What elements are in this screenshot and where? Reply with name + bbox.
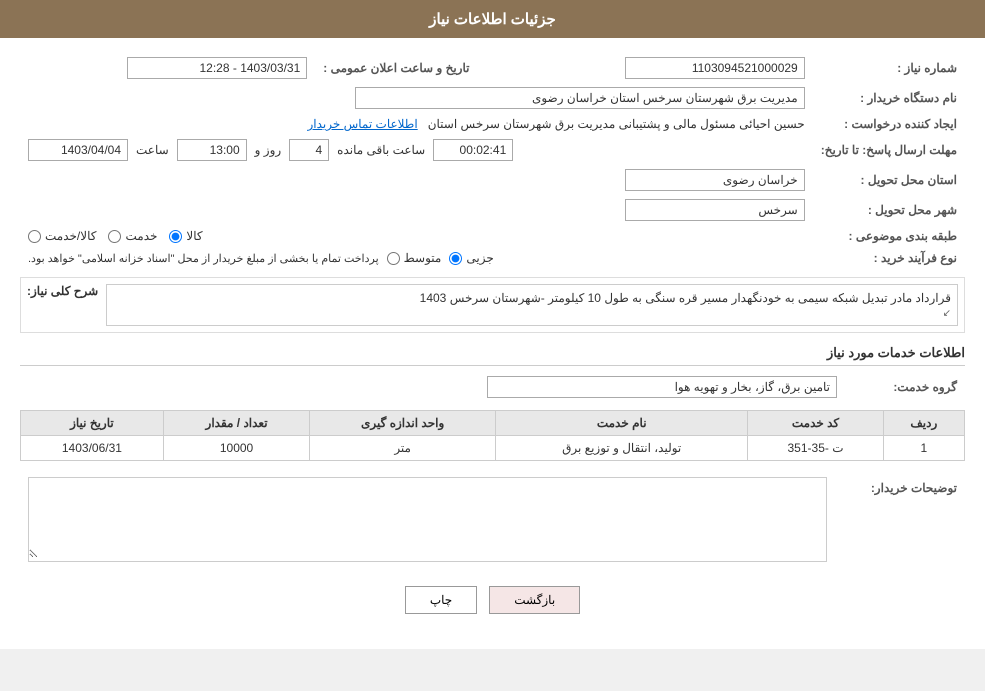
cell-row: 1 [883, 436, 964, 461]
col-header-qty: تعداد / مقدار [163, 411, 309, 436]
process-motavaset-option[interactable]: متوسط [387, 251, 442, 265]
back-button[interactable]: بازگشت [489, 586, 580, 614]
city-field: سرخس [625, 199, 805, 221]
resize-handle: ↙ [943, 308, 951, 319]
response-time-field: 13:00 [177, 139, 247, 161]
creator-value: حسین احیائی مسئول مالی و پشتیبانی مدیریت… [20, 113, 813, 135]
col-header-row: ردیف [883, 411, 964, 436]
basic-info-table: شماره نیاز : 1103094521000029 تاریخ و سا… [20, 53, 965, 269]
announce-datetime-value: 1403/03/31 - 12:28 [20, 53, 315, 83]
cell-code: ت -35-351 [748, 436, 883, 461]
col-header-code: کد خدمت [748, 411, 883, 436]
buyer-org-field: مدیریت برق شهرستان سرخس استان خراسان رضو… [355, 87, 805, 109]
process-motavaset-label: متوسط [404, 251, 442, 265]
needs-text-area: قرارداد مادر تبدیل شبکه سیمی به خودنگهدا… [106, 284, 958, 326]
cell-unit: متر [310, 436, 496, 461]
category-khadamat-option[interactable]: خدمت [108, 229, 157, 243]
category-row: کالا/خدمت خدمت کالا [20, 225, 813, 247]
category-kala-khadamat-radio[interactable] [28, 230, 41, 243]
needs-section: شرح کلی نیاز: قرارداد مادر تبدیل شبکه سی… [20, 277, 965, 333]
buyer-org-label: نام دستگاه خریدار : [813, 83, 965, 113]
category-kala-radio[interactable] [169, 230, 182, 243]
page-header: جزئیات اطلاعات نیاز [0, 0, 985, 38]
col-header-unit: واحد اندازه گیری [310, 411, 496, 436]
buyer-org-value: مدیریت برق شهرستان سرخس استان خراسان رضو… [20, 83, 813, 113]
creator-contact-link[interactable]: اطلاعات تماس خریدار [307, 117, 417, 131]
header-title: جزئیات اطلاعات نیاز [429, 11, 556, 28]
category-khadamat-radio[interactable] [108, 230, 121, 243]
service-group-label: گروه خدمت: [845, 372, 965, 402]
category-kala-khadamat-option[interactable]: کالا/خدمت [28, 229, 96, 243]
response-deadline-row: 1403/04/04 ساعت 13:00 روز و 4 ساعت باقی … [20, 135, 813, 165]
process-jozi-label: جزیی [466, 251, 493, 265]
response-remaining-label: ساعت باقی مانده [337, 143, 425, 157]
category-kala-option[interactable]: کالا [169, 229, 202, 243]
cell-date: 1403/06/31 [21, 436, 164, 461]
process-desc: پرداخت تمام یا بخشی از مبلغ خریدار از مح… [28, 252, 379, 265]
category-khadamat-label: خدمت [125, 229, 157, 243]
response-days-field: 4 [289, 139, 329, 161]
cell-qty: 10000 [163, 436, 309, 461]
print-button[interactable]: چاپ [405, 586, 477, 614]
province-field: خراسان رضوی [625, 169, 805, 191]
process-jozi-radio[interactable] [449, 252, 462, 265]
process-motavaset-radio[interactable] [387, 252, 400, 265]
table-row: 1 ت -35-351 تولید، انتقال و توزیع برق مت… [21, 436, 965, 461]
services-section-title: اطلاعات خدمات مورد نیاز [20, 345, 965, 366]
buyer-comments-value [20, 473, 835, 566]
announce-datetime-label: تاریخ و ساعت اعلان عمومی : [315, 53, 477, 83]
process-jozi-option[interactable]: جزیی [449, 251, 493, 265]
need-number-value: 1103094521000029 [517, 53, 812, 83]
process-row: پرداخت تمام یا بخشی از مبلغ خریدار از مح… [20, 247, 813, 269]
creator-label: ایجاد کننده درخواست : [813, 113, 965, 135]
action-buttons: بازگشت چاپ [20, 586, 965, 614]
creator-text: حسین احیائی مسئول مالی و پشتیبانی مدیریت… [428, 117, 805, 131]
service-group-field: تامین برق، گاز، بخار و تهویه هوا [487, 376, 837, 398]
col-header-date: تاریخ نیاز [21, 411, 164, 436]
page-container: جزئیات اطلاعات نیاز شماره نیاز : 1103094… [0, 0, 985, 649]
city-label: شهر محل تحویل : [813, 195, 965, 225]
province-label: استان محل تحویل : [813, 165, 965, 195]
comments-table: توضیحات خریدار: [20, 473, 965, 566]
service-group-table: گروه خدمت: تامین برق، گاز، بخار و تهویه … [20, 372, 965, 402]
service-items-table: ردیف کد خدمت نام خدمت واحد اندازه گیری ت… [20, 410, 965, 461]
cell-name: تولید، انتقال و توزیع برق [496, 436, 748, 461]
content-area: شماره نیاز : 1103094521000029 تاریخ و سا… [0, 38, 985, 649]
buyer-comments-textarea[interactable] [29, 478, 826, 558]
col-header-name: نام خدمت [496, 411, 748, 436]
announce-datetime-field: 1403/03/31 - 12:28 [127, 57, 307, 79]
need-number-field: 1103094521000029 [625, 57, 805, 79]
needs-section-title: شرح کلی نیاز: [27, 284, 98, 298]
response-days-label: روز و [255, 143, 282, 157]
category-kala-label: کالا [186, 229, 202, 243]
process-label: نوع فرآیند خرید : [813, 247, 965, 269]
category-label: طبقه بندی موضوعی : [813, 225, 965, 247]
province-value: خراسان رضوی [20, 165, 813, 195]
city-value: سرخس [20, 195, 813, 225]
buyer-comments-label: توضیحات خریدار: [835, 473, 965, 566]
response-time-label: ساعت [136, 143, 169, 157]
response-remaining-field: 00:02:41 [433, 139, 513, 161]
response-deadline-label: مهلت ارسال پاسخ: تا تاریخ: [813, 135, 965, 165]
needs-text: قرارداد مادر تبدیل شبکه سیمی به خودنگهدا… [420, 291, 951, 305]
buyer-comments-container[interactable] [28, 477, 827, 562]
response-date-field: 1403/04/04 [28, 139, 128, 161]
service-group-value: تامین برق، گاز، بخار و تهویه هوا [20, 372, 845, 402]
need-number-label: شماره نیاز : [813, 53, 965, 83]
category-kala-khadamat-label: کالا/خدمت [45, 229, 96, 243]
